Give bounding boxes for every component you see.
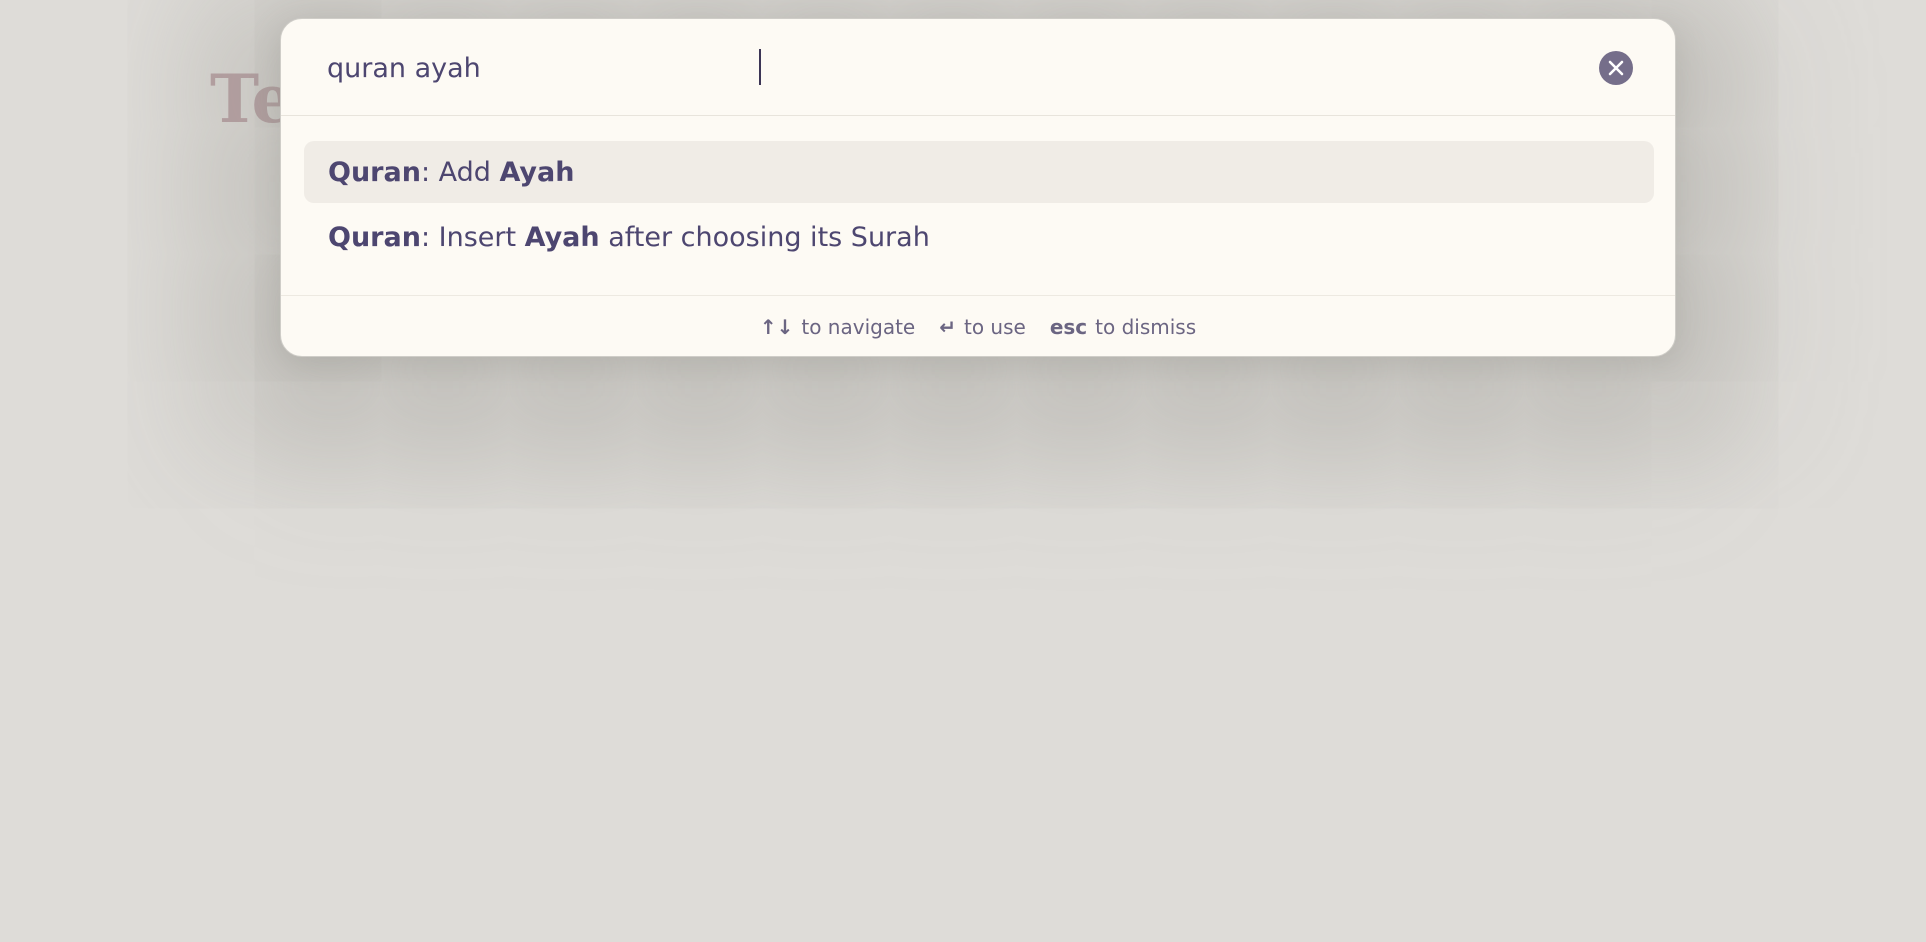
close-icon — [1608, 60, 1624, 76]
suggestion-item[interactable]: Quran: Add Ayah — [304, 141, 1654, 203]
command-search-input[interactable] — [327, 47, 1567, 89]
navigate-hint: ↑↓ to navigate — [760, 315, 915, 339]
text-caret — [759, 49, 761, 85]
suggestion-text: : Insert — [420, 221, 525, 253]
command-palette: Quran: Add Ayah Quran: Insert Ayah after… — [280, 18, 1676, 357]
dismiss-label: to dismiss — [1095, 315, 1197, 339]
suggestion-match: Quran — [328, 156, 421, 188]
suggestion-item[interactable]: Quran: Insert Ayah after choosing its Su… — [304, 206, 1654, 268]
suggestion-text: after choosing its Surah — [599, 221, 930, 253]
suggestion-match: Ayah — [499, 156, 575, 188]
use-label: to use — [963, 315, 1026, 339]
esc-key: esc — [1049, 315, 1088, 339]
suggestion-match: Quran — [328, 221, 421, 253]
navigate-label: to navigate — [801, 315, 916, 339]
enter-icon: ↵ — [939, 315, 956, 339]
search-row — [281, 19, 1675, 116]
dismiss-hint: esc to dismiss — [1050, 315, 1196, 339]
clear-search-button[interactable] — [1599, 51, 1633, 85]
suggestion-list: Quran: Add Ayah Quran: Insert Ayah after… — [304, 141, 1654, 271]
use-hint: ↵ to use — [939, 315, 1026, 339]
suggestion-text: : Add — [420, 156, 500, 188]
arrows-icon: ↑↓ — [759, 315, 794, 339]
instructions-footer: ↑↓ to navigate ↵ to use esc to dismiss — [281, 295, 1675, 356]
suggestion-match: Ayah — [524, 221, 600, 253]
